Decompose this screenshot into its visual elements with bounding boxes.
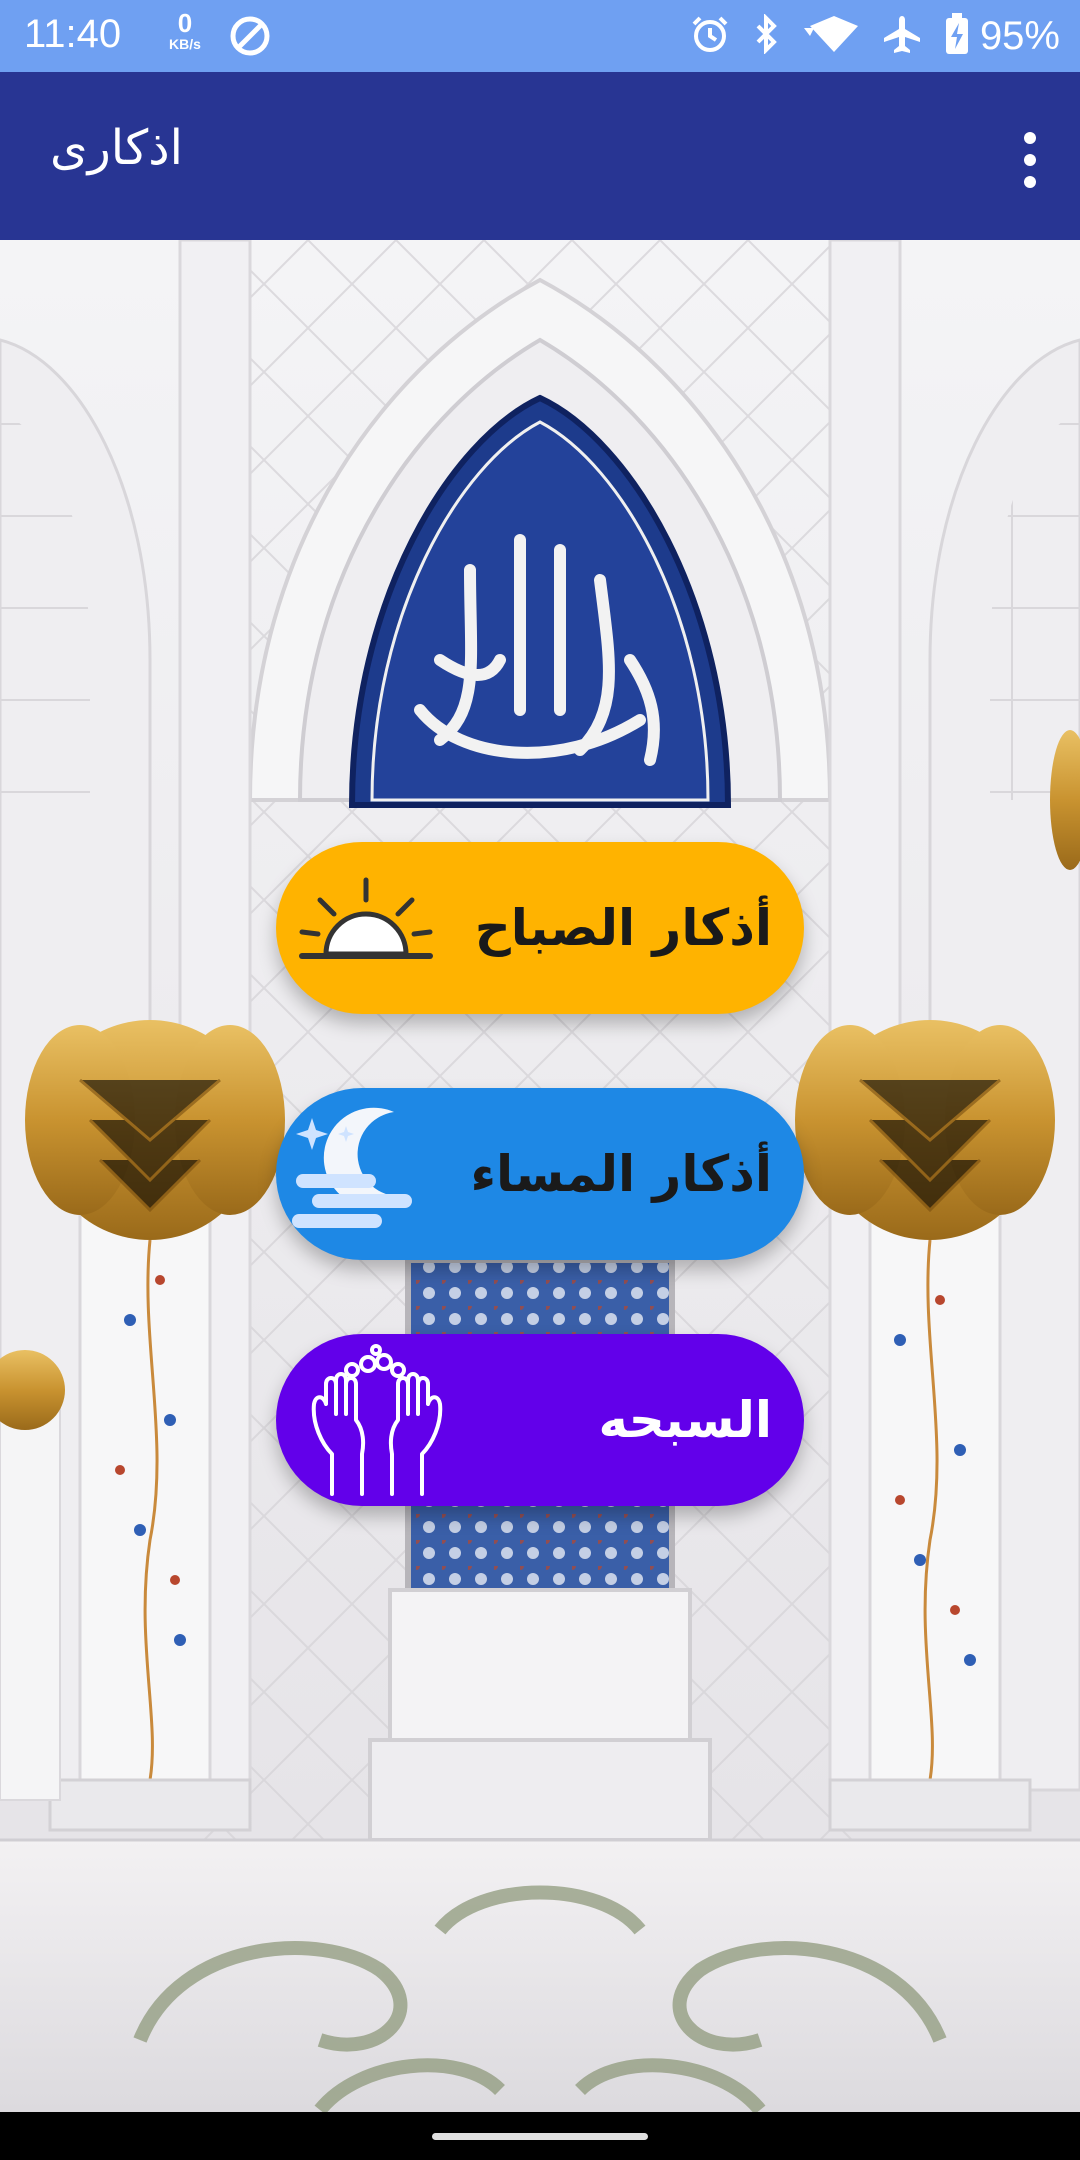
home-gesture-handle[interactable]: [432, 2133, 648, 2140]
wifi-icon: [803, 14, 860, 58]
app-title: اذكارى: [50, 120, 183, 176]
status-time: 11:40: [24, 12, 122, 56]
overflow-menu-icon[interactable]: [1018, 132, 1042, 188]
bluetooth-icon: [752, 13, 782, 58]
network-speed: 0 KB/s: [160, 10, 210, 52]
app-bar: اذكارى: [0, 72, 1080, 240]
network-speed-unit: KB/s: [169, 36, 201, 52]
moon-night-icon: [286, 1096, 436, 1250]
status-icons: 95%: [690, 10, 1060, 62]
tasbih-label: السبحه: [598, 1391, 772, 1449]
sunrise-icon: [296, 872, 436, 986]
evening-adhkar-label: أذكار المساء: [470, 1145, 773, 1203]
status-bar: 11:40 0 KB/s 95%: [0, 0, 1080, 72]
tasbih-button[interactable]: السبحه: [276, 1334, 804, 1506]
navigation-bar: [0, 2112, 1080, 2160]
morning-adhkar-button[interactable]: أذكار الصباح: [276, 842, 804, 1014]
prayer-hands-beads-icon: [302, 1344, 452, 1502]
battery-charging-icon: [944, 13, 970, 59]
network-speed-value: 0: [177, 8, 193, 38]
alarm-icon: [690, 14, 730, 58]
data-saver-icon: [228, 14, 272, 62]
morning-adhkar-label: أذكار الصباح: [474, 899, 772, 957]
evening-adhkar-button[interactable]: أذكار المساء: [276, 1088, 804, 1260]
battery-percent: 95%: [979, 13, 1060, 58]
airplane-icon: [882, 14, 922, 58]
